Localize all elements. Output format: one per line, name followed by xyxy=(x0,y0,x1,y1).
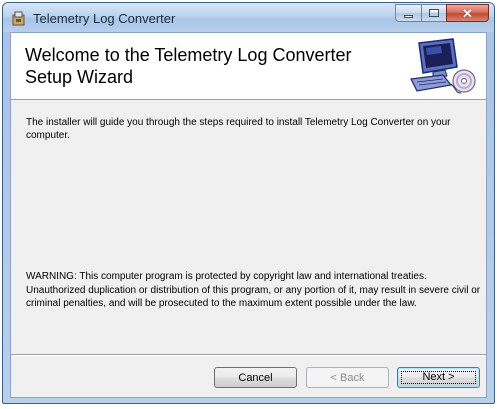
intro-text: The installer will guide you through the… xyxy=(26,117,451,141)
next-focus-rect xyxy=(401,371,476,384)
window-title: Telemetry Log Converter xyxy=(33,11,176,26)
footer-divider xyxy=(11,354,486,355)
cancel-button[interactable]: Cancel xyxy=(214,367,297,388)
title-bar[interactable]: Telemetry Log Converter ✕ xyxy=(3,3,494,32)
installer-window: Telemetry Log Converter ✕ Welcome to the… xyxy=(2,2,495,404)
computer-setup-icon xyxy=(410,38,476,94)
back-button[interactable]: < Back xyxy=(306,367,389,388)
caption-buttons: ✕ xyxy=(395,4,489,23)
wizard-client-area: Welcome to the Telemetry Log Converter S… xyxy=(10,32,487,398)
next-button[interactable]: Next > xyxy=(397,367,480,388)
wizard-heading: Welcome to the Telemetry Log Converter S… xyxy=(25,45,352,87)
copyright-warning: WARNING: This computer program is protec… xyxy=(26,271,481,309)
maximize-button[interactable] xyxy=(421,4,447,22)
close-icon: ✕ xyxy=(462,5,473,21)
minimize-button[interactable] xyxy=(395,4,422,22)
close-button[interactable]: ✕ xyxy=(446,4,489,22)
wizard-banner: Welcome to the Telemetry Log Converter S… xyxy=(11,33,486,100)
installer-app-icon[interactable] xyxy=(11,10,27,26)
maximize-icon xyxy=(429,9,439,17)
minimize-icon xyxy=(404,14,413,18)
